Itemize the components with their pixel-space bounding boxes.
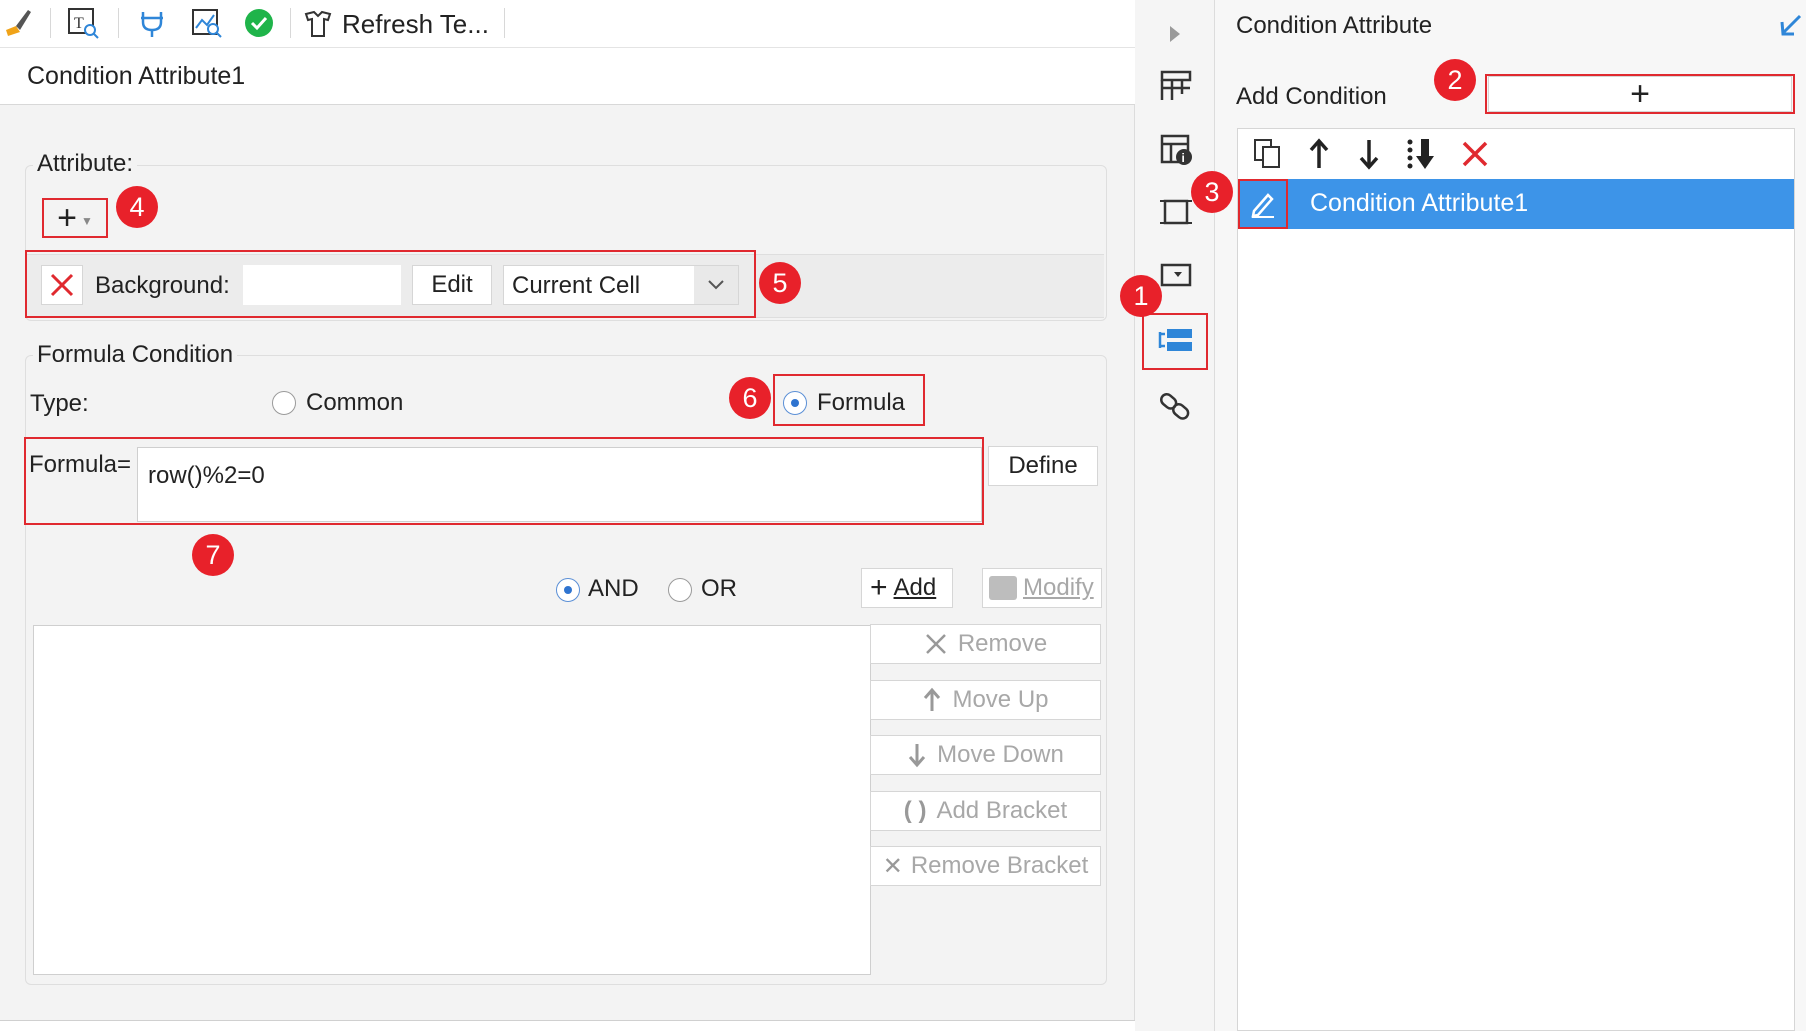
highlight-box-5 (25, 250, 756, 318)
step-badge-6: 6 (729, 377, 771, 419)
attribute-label: Attribute: (33, 150, 138, 178)
copy-icon[interactable] (1250, 136, 1286, 172)
step-badge-1: 1 (1120, 275, 1162, 317)
remove-bracket-label: Remove Bracket (910, 852, 1089, 879)
step-badge-3: 3 (1191, 171, 1233, 213)
delete-icon[interactable] (1459, 138, 1491, 170)
highlight-box-4 (42, 198, 108, 238)
add-condition-row-button[interactable]: + Add (861, 568, 953, 608)
refresh-template-label[interactable]: Refresh Te... (342, 9, 489, 40)
close-icon (925, 634, 946, 654)
define-button[interactable]: Define (988, 446, 1098, 486)
remove-bracket-icon: ✕ (882, 852, 903, 880)
highlight-box-2 (1485, 74, 1795, 114)
modify-button[interactable]: Modify (982, 568, 1102, 608)
move-up-label: Move Up (952, 686, 1049, 713)
modify-icon (989, 576, 1017, 600)
condition-attribute-list (1237, 128, 1795, 1031)
or-label[interactable]: OR (701, 575, 737, 603)
text-search-icon[interactable]: T (66, 6, 100, 40)
highlight-box-1 (1142, 313, 1208, 370)
add-bracket-label: Add Bracket (936, 797, 1068, 824)
move-up-button[interactable]: Move Up (870, 680, 1101, 720)
add-bracket-button[interactable]: ( ) Add Bracket (870, 791, 1101, 831)
remove-bracket-button[interactable]: ✕ Remove Bracket (870, 846, 1101, 886)
move-bottom-icon[interactable] (1404, 136, 1440, 172)
move-up-icon[interactable] (1304, 136, 1334, 172)
move-down-button[interactable]: Move Down (870, 735, 1101, 775)
condition-list[interactable] (33, 625, 871, 975)
plus-icon: + (870, 571, 888, 604)
collapse-arrow-icon[interactable] (1778, 12, 1804, 38)
bracket-icon: ( ) (903, 797, 927, 824)
right-panel-title: Condition Attribute (1236, 12, 1433, 39)
top-toolbar: T Refresh Te... (0, 0, 1135, 48)
move-down-icon[interactable] (1354, 136, 1384, 172)
modify-label: Modify (1023, 574, 1094, 601)
arrow-up-icon (924, 687, 941, 711)
or-radio[interactable] (668, 578, 692, 602)
step-badge-4: 4 (116, 186, 158, 228)
list-item-label: Condition Attribute1 (1310, 189, 1529, 217)
svg-text:i: i (1182, 151, 1185, 165)
svg-text:T: T (74, 15, 84, 32)
hyperlink-icon[interactable] (1158, 388, 1194, 424)
remove-label: Remove (957, 630, 1048, 657)
formula-condition-label: Formula Condition (33, 341, 238, 369)
step-badge-2: 2 (1434, 59, 1476, 101)
and-label[interactable]: AND (588, 575, 639, 603)
check-icon[interactable] (244, 8, 274, 38)
and-radio[interactable] (556, 578, 580, 602)
border-icon[interactable] (1158, 194, 1194, 230)
type-label: Type: (30, 390, 89, 417)
cell-info-icon[interactable]: i (1158, 132, 1194, 168)
expand-arrow-icon[interactable] (1165, 24, 1185, 44)
tab-title: Condition Attribute1 (27, 62, 246, 90)
bottom-strip (0, 1020, 1135, 1031)
refresh-template-icon[interactable] (302, 8, 334, 40)
arrow-down-icon (909, 744, 926, 768)
plugin-icon[interactable] (135, 6, 169, 40)
widget-icon[interactable] (1158, 258, 1194, 294)
format-brush-icon[interactable] (0, 6, 34, 40)
step-badge-7: 7 (192, 534, 234, 576)
highlight-box-3 (1238, 179, 1288, 229)
add-label: Add (893, 574, 937, 601)
list-item[interactable]: Condition Attribute1 (1238, 179, 1794, 229)
remove-button[interactable]: Remove (870, 624, 1101, 664)
step-badge-5: 5 (759, 262, 801, 304)
highlight-box-6 (773, 374, 925, 426)
move-down-label: Move Down (937, 741, 1064, 768)
type-common-radio[interactable] (272, 391, 296, 415)
chart-preview-icon[interactable] (190, 6, 224, 40)
highlight-box-7 (24, 437, 984, 525)
type-common-label[interactable]: Common (306, 389, 403, 417)
cell-element-icon[interactable] (1158, 68, 1194, 104)
add-condition-label: Add Condition (1236, 83, 1387, 110)
